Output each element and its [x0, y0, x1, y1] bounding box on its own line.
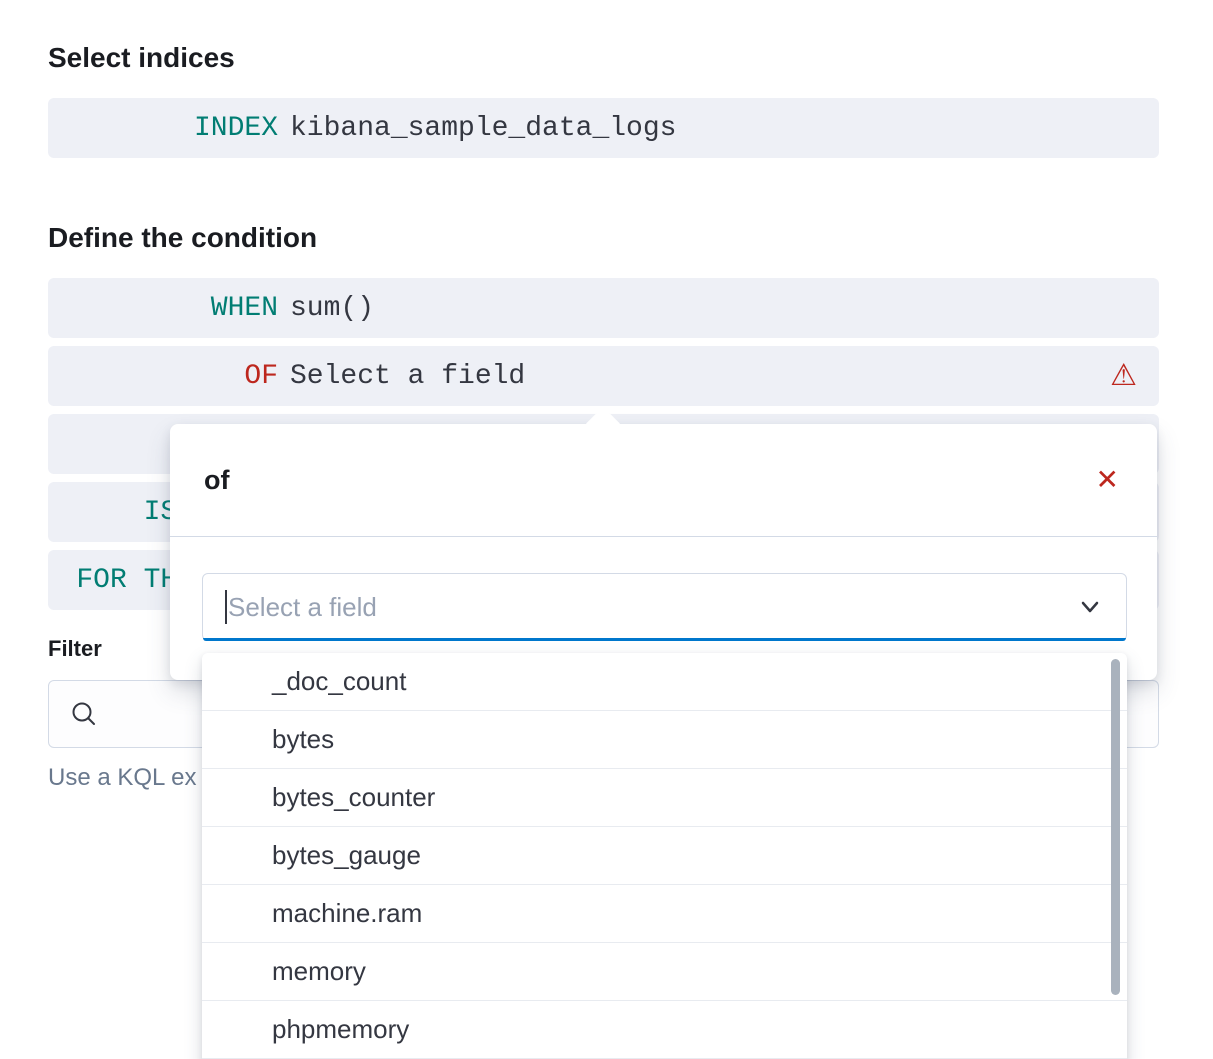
list-scrollbar[interactable]	[1111, 659, 1120, 995]
define-condition-heading: Define the condition	[48, 222, 317, 254]
field-combobox[interactable]	[202, 573, 1127, 641]
of-value: Select a field	[290, 361, 525, 392]
when-expression-button[interactable]: WHEN sum()	[48, 278, 1159, 338]
option-bytes-gauge[interactable]: bytes_gauge	[202, 827, 1127, 885]
option-phpmemory[interactable]: phpmemory	[202, 1001, 1127, 1059]
search-icon	[69, 699, 99, 729]
field-combobox-input[interactable]	[228, 592, 1064, 623]
select-indices-heading: Select indices	[48, 42, 235, 74]
filter-label: Filter	[48, 636, 102, 662]
rule-condition-page: Select indices INDEX kibana_sample_data_…	[0, 0, 1213, 1059]
warning-icon: ⚠	[1110, 361, 1137, 391]
index-keyword: INDEX	[48, 113, 278, 144]
popover-title: of	[204, 465, 229, 496]
option-bytes[interactable]: bytes	[202, 711, 1127, 769]
option-doc-count[interactable]: _doc_count	[202, 653, 1127, 711]
close-button[interactable]: ✕	[1092, 462, 1123, 498]
close-icon: ✕	[1096, 463, 1119, 496]
when-value: sum()	[290, 293, 374, 324]
when-keyword: WHEN	[48, 293, 278, 324]
index-value: kibana_sample_data_logs	[290, 113, 676, 144]
index-expression-button[interactable]: INDEX kibana_sample_data_logs	[48, 98, 1159, 158]
of-popover: of ✕	[170, 424, 1157, 680]
focus-underline	[203, 638, 1126, 641]
of-keyword: OF	[48, 361, 278, 392]
option-machine-ram[interactable]: machine.ram	[202, 885, 1127, 943]
popover-titlebar: of ✕	[170, 424, 1157, 537]
option-memory[interactable]: memory	[202, 943, 1127, 1001]
field-options-list: _doc_count bytes bytes_counter bytes_gau…	[202, 653, 1127, 1059]
chevron-down-icon[interactable]	[1076, 593, 1104, 621]
kql-help-text: Use a KQL ex	[48, 764, 197, 792]
option-bytes-counter[interactable]: bytes_counter	[202, 769, 1127, 827]
of-expression-button[interactable]: OF Select a field ⚠	[48, 346, 1159, 406]
text-caret	[225, 590, 227, 624]
